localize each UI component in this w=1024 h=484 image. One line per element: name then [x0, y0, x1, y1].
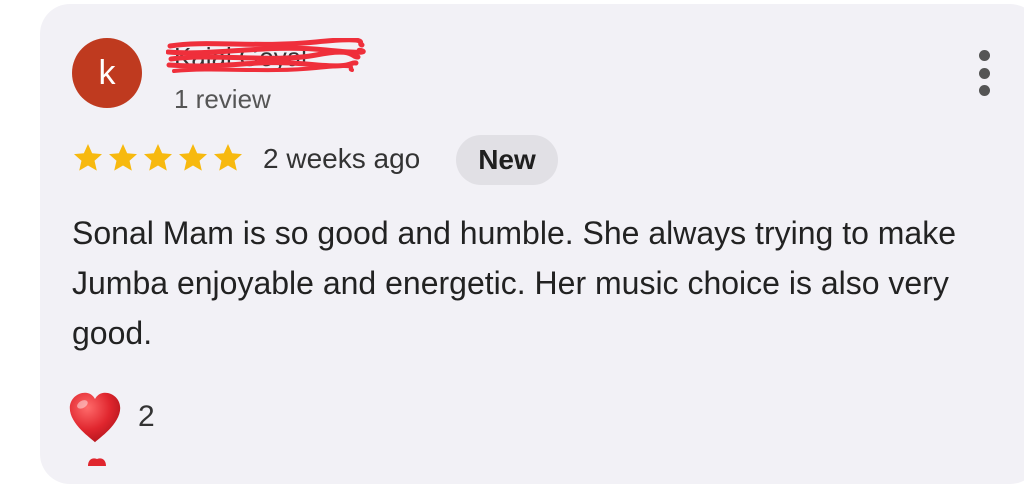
star-icon: [179, 144, 207, 171]
new-badge: New: [456, 135, 558, 185]
heart-icon: [69, 392, 121, 443]
more-options-button[interactable]: [968, 50, 1000, 96]
star-icon: [214, 144, 242, 171]
avatar[interactable]: k: [72, 38, 142, 108]
review-time: 2 weeks ago: [263, 143, 421, 174]
vertical-dots-icon-dot: [978, 85, 990, 96]
vertical-dots-icon: [978, 50, 990, 61]
heart-icon-partial: [88, 458, 106, 466]
star-icon: [144, 144, 172, 171]
redaction-scribble: [166, 38, 366, 73]
star-icon: [109, 144, 137, 171]
vertical-dots-icon-dot: [978, 67, 990, 79]
reaction-count: 2: [138, 400, 155, 433]
star-rating: [72, 142, 244, 174]
reviewer-name-redacted[interactable]: Kajal Goyal: [166, 38, 366, 76]
reviewer-review-count[interactable]: 1 review: [174, 84, 271, 115]
review-text: Sonal Mam is so good and humble. She alw…: [72, 215, 957, 351]
avatar-initial: k: [98, 53, 116, 92]
heart-reaction-button[interactable]: 2: [66, 390, 155, 444]
star-icon: [74, 144, 102, 171]
